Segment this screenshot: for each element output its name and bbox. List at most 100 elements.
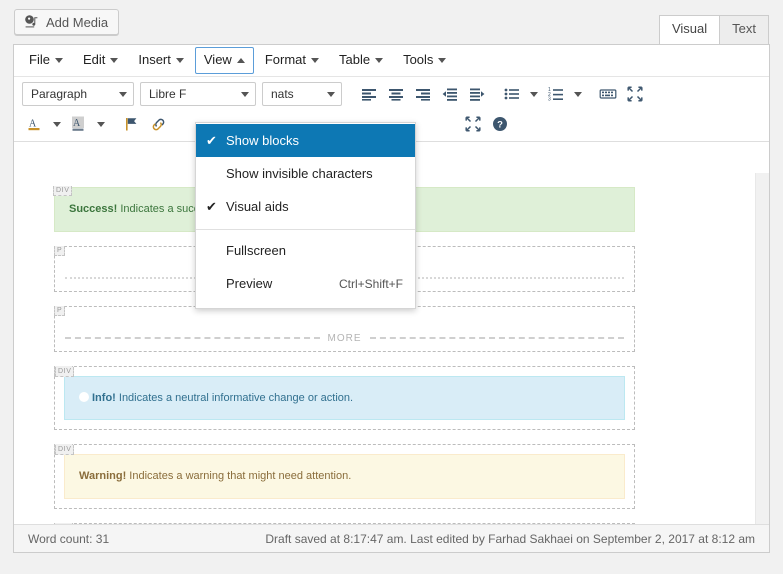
menu-edit-label: Edit	[82, 52, 106, 68]
block-inner-tag-label: DIV	[55, 523, 75, 524]
background-color-caret-icon[interactable]	[93, 112, 109, 136]
block-format-select[interactable]: Paragraph	[22, 82, 134, 106]
alert-success-strong: Success!	[69, 203, 118, 215]
add-media-label: Add Media	[46, 14, 109, 30]
outdent-icon[interactable]	[437, 82, 463, 106]
editor-statusbar: Word count: 31 Draft saved at 8:17:47 am…	[14, 524, 769, 552]
more-label: MORE	[327, 332, 362, 344]
menu-item-show-blocks-label: Show blocks	[226, 133, 299, 148]
tab-text[interactable]: Text	[719, 15, 769, 44]
alert-warning-text: Indicates a warning that might need atte…	[126, 470, 352, 482]
bullet-list-icon[interactable]	[499, 82, 525, 106]
divider-line-right	[389, 277, 625, 279]
menu-table-label: Table	[339, 52, 371, 68]
editor-mode-tabs: Visual Text	[658, 15, 769, 44]
menu-format[interactable]: Format	[256, 47, 328, 74]
menu-item-fullscreen[interactable]: Fullscreen	[196, 234, 415, 267]
fullscreen-toggle-icon[interactable]	[460, 112, 486, 136]
tinymce-editor: File Edit Insert View Format Table Tools…	[13, 44, 770, 553]
menu-item-fullscreen-label: Fullscreen	[226, 243, 286, 258]
chevron-down-icon	[119, 91, 127, 97]
chevron-down-icon	[574, 91, 582, 97]
anchor-icon[interactable]	[118, 112, 144, 136]
numbered-list-caret-icon[interactable]	[570, 82, 586, 106]
divider-line-left	[65, 337, 320, 339]
align-left-icon[interactable]	[356, 82, 382, 106]
block-warning-inner: DIV Warning! Indicates a warning that mi…	[55, 445, 634, 508]
text-color-caret-icon[interactable]	[49, 112, 65, 136]
menu-tools[interactable]: Tools	[394, 47, 455, 74]
link-icon[interactable]	[145, 112, 171, 136]
menu-item-preview-shortcut: Ctrl+Shift+F	[338, 276, 403, 291]
chevron-down-icon	[53, 121, 61, 127]
chevron-up-icon	[236, 57, 245, 63]
font-family-select[interactable]: Libre F	[140, 82, 256, 106]
menu-tools-label: Tools	[403, 52, 434, 68]
block-info-inner: DIV Info! Indicates a neutral informativ…	[55, 366, 634, 430]
editor-menubar: File Edit Insert View Format Table Tools	[14, 45, 769, 77]
svg-text:A: A	[73, 118, 81, 129]
chevron-down-icon	[241, 91, 249, 97]
menu-item-preview-label: Preview	[226, 276, 273, 291]
svg-text:A: A	[29, 119, 37, 130]
block-tag-label: P	[54, 305, 66, 316]
chevron-down-icon	[438, 57, 447, 63]
tab-text-label: Text	[732, 21, 756, 37]
add-media-button[interactable]: Add Media	[14, 9, 120, 35]
help-icon[interactable]: ?	[487, 112, 513, 136]
chevron-down-icon	[175, 57, 184, 63]
menu-item-preview[interactable]: Preview Ctrl+Shift+F	[196, 267, 415, 300]
menu-table[interactable]: Table	[330, 47, 392, 74]
menu-separator	[196, 229, 415, 230]
more-divider: MORE	[65, 333, 624, 344]
editor-toolbar-row-2: Paragraph Libre F nats 1 2 3	[14, 77, 769, 109]
menu-item-show-invisible-characters[interactable]: Show invisible characters	[196, 157, 415, 190]
menu-item-visual-aids-label: Visual aids	[226, 199, 289, 214]
align-center-icon[interactable]	[383, 82, 409, 106]
info-circle-icon	[79, 391, 89, 402]
menu-insert[interactable]: Insert	[129, 47, 193, 74]
divider-line-right	[369, 337, 624, 339]
alert-warning: Warning! Indicates a warning that might …	[64, 454, 625, 499]
fullscreen-icon[interactable]	[622, 82, 648, 106]
block-info[interactable]: DIV DIV Info! Indicates a neutral inform…	[54, 365, 635, 430]
menu-view[interactable]: View	[194, 47, 254, 74]
text-color-icon[interactable]: A	[22, 112, 48, 136]
menu-item-show-blocks[interactable]: ✔ Show blocks	[196, 124, 415, 157]
check-icon: ✔	[206, 199, 217, 214]
block-more[interactable]: P MORE	[54, 305, 635, 352]
menu-file[interactable]: File	[20, 47, 72, 74]
menu-item-visual-aids[interactable]: ✔ Visual aids	[196, 190, 415, 223]
special-character-icon[interactable]	[595, 82, 621, 106]
tab-visual-label: Visual	[671, 21, 708, 37]
font-size-select[interactable]: nats	[262, 82, 342, 106]
block-inner-tag-label: DIV	[55, 445, 75, 455]
menu-edit[interactable]: Edit	[74, 47, 127, 74]
background-color-icon[interactable]: A	[66, 112, 92, 136]
view-dropdown-menu[interactable]: ✔ Show blocks Show invisible characters …	[195, 122, 416, 309]
chevron-down-icon	[311, 57, 319, 63]
block-tag-label: DIV	[53, 186, 73, 196]
block-inner-tag-label: DIV	[55, 366, 75, 377]
align-right-icon[interactable]	[410, 82, 436, 106]
menu-insert-label: Insert	[138, 52, 171, 68]
alert-warning-strong: Warning!	[79, 470, 127, 482]
tab-visual[interactable]: Visual	[658, 15, 721, 44]
check-icon: ✔	[206, 133, 217, 148]
numbered-list-icon[interactable]: 1 2 3	[543, 82, 569, 106]
media-icon	[24, 14, 40, 30]
block-warning[interactable]: DIV DIV Warning! Indicates a warning tha…	[54, 444, 635, 509]
alert-info: Info! Indicates a neutral informative ch…	[64, 375, 625, 420]
editor-topbar: Add Media Visual Text	[0, 0, 783, 44]
save-status: Draft saved at 8:17:47 am. Last edited b…	[265, 531, 755, 546]
chevron-down-icon	[327, 91, 335, 97]
menu-format-label: Format	[264, 52, 306, 68]
font-size-value: nats	[271, 87, 294, 101]
block-format-value: Paragraph	[31, 87, 88, 101]
indent-icon[interactable]	[464, 82, 490, 106]
bullet-list-caret-icon[interactable]	[526, 82, 542, 106]
chevron-down-icon	[375, 57, 384, 63]
chevron-down-icon	[110, 57, 119, 63]
word-count: Word count: 31	[28, 531, 110, 546]
menu-view-label: View	[203, 52, 232, 68]
